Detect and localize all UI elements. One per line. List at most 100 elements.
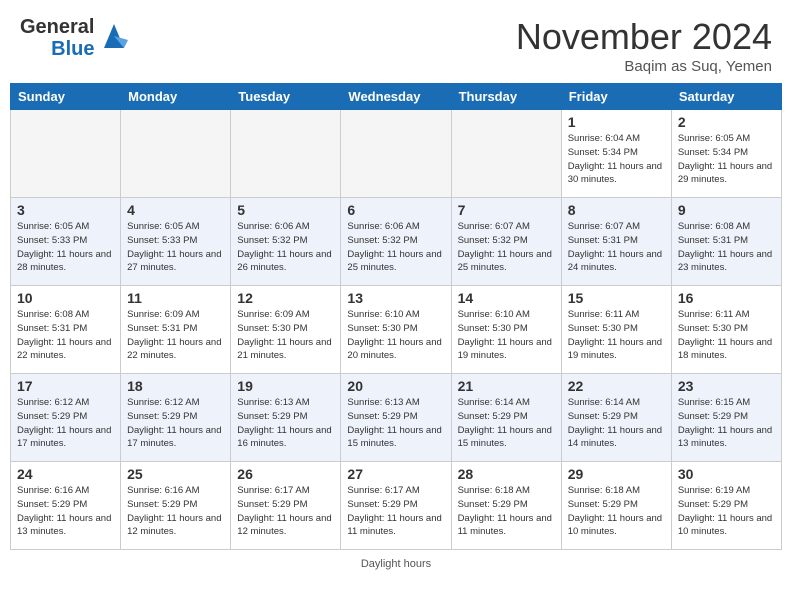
cell-info: Sunrise: 6:08 AM Sunset: 5:31 PM Dayligh…	[678, 220, 775, 275]
day-number: 29	[568, 466, 665, 482]
logo-icon	[100, 20, 128, 52]
day-number: 2	[678, 114, 775, 130]
day-number: 11	[127, 290, 224, 306]
calendar-table: Sunday Monday Tuesday Wednesday Thursday…	[10, 83, 782, 550]
day-number: 20	[347, 378, 444, 394]
day-number: 12	[237, 290, 334, 306]
table-row: 7Sunrise: 6:07 AM Sunset: 5:32 PM Daylig…	[451, 198, 561, 286]
table-row: 21 Sunrise: 6:14 AM Sunset: 5:29 PM Dayli…	[451, 374, 561, 462]
cell-info: Sunrise: 6:05 AM Sunset: 5:33 PM Dayligh…	[17, 220, 114, 275]
day-number: 27	[347, 466, 444, 482]
day-number: 22	[568, 378, 665, 394]
day-number: 6	[347, 202, 444, 218]
table-row: 14 Sunrise: 6:10 AM Sunset: 5:30 PM Dayli…	[451, 286, 561, 374]
cell-info: Sunrise: 6:07 AM Sunset: 5:32 PM Dayligh…	[458, 220, 555, 275]
day-number: 10	[17, 290, 114, 306]
cell-info: Sunrise: 6:16 AM Sunset: 5:29 PM Dayligh…	[17, 484, 114, 539]
table-row: 26Sunrise: 6:17 AM Sunset: 5:29 PM Dayli…	[231, 462, 341, 550]
table-row: 29 Sunrise: 6:18 AM Sunset: 5:29 PM Dayli…	[561, 462, 671, 550]
cell-info: Sunrise: 6:14 AM Sunset: 5:29 PM Dayligh…	[568, 396, 665, 451]
logo-general: General	[20, 16, 94, 38]
day-number: 23	[678, 378, 775, 394]
day-number: 24	[17, 466, 114, 482]
table-row	[231, 110, 341, 198]
cell-info: Sunrise: 6:17 AM Sunset: 5:29 PM Dayligh…	[347, 484, 444, 539]
month-title: November 2024	[516, 16, 772, 58]
header-saturday: Saturday	[671, 84, 781, 110]
day-number: 9	[678, 202, 775, 218]
day-number: 21	[458, 378, 555, 394]
table-row: 16 Sunrise: 6:11 AM Sunset: 5:30 PM Dayli…	[671, 286, 781, 374]
cell-info: Sunrise: 6:12 AM Sunset: 5:29 PM Dayligh…	[17, 396, 114, 451]
table-row: 11 Sunrise: 6:09 AM Sunset: 5:31 PM Dayli…	[121, 286, 231, 374]
location: Baqim as Suq, Yemen	[516, 58, 772, 75]
cell-info: Sunrise: 6:08 AM Sunset: 5:31 PM Dayligh…	[17, 308, 114, 363]
table-row: 28 Sunrise: 6:18 AM Sunset: 5:29 PM Dayli…	[451, 462, 561, 550]
table-row: 23Sunrise: 6:15 AM Sunset: 5:29 PM Dayli…	[671, 374, 781, 462]
table-row: 24 Sunrise: 6:16 AM Sunset: 5:29 PM Dayli…	[11, 462, 121, 550]
cell-info: Sunrise: 6:10 AM Sunset: 5:30 PM Dayligh…	[458, 308, 555, 363]
table-row: 25Sunrise: 6:16 AM Sunset: 5:29 PM Dayli…	[121, 462, 231, 550]
footer: Daylight hours	[0, 550, 792, 578]
day-number: 17	[17, 378, 114, 394]
cell-info: Sunrise: 6:11 AM Sunset: 5:30 PM Dayligh…	[678, 308, 775, 363]
cell-info: Sunrise: 6:12 AM Sunset: 5:29 PM Dayligh…	[127, 396, 224, 451]
cell-info: Sunrise: 6:11 AM Sunset: 5:30 PM Dayligh…	[568, 308, 665, 363]
title-section: November 2024 Baqim as Suq, Yemen	[516, 16, 772, 75]
header-thursday: Thursday	[451, 84, 561, 110]
day-number: 13	[347, 290, 444, 306]
table-row	[121, 110, 231, 198]
table-row: 18Sunrise: 6:12 AM Sunset: 5:29 PM Dayli…	[121, 374, 231, 462]
table-row: 22 Sunrise: 6:14 AM Sunset: 5:29 PM Dayli…	[561, 374, 671, 462]
calendar-week-row: 10 Sunrise: 6:08 AM Sunset: 5:31 PM Dayli…	[11, 286, 782, 374]
cell-info: Sunrise: 6:04 AM Sunset: 5:34 PM Dayligh…	[568, 132, 665, 187]
day-number: 16	[678, 290, 775, 306]
logo: General Blue	[20, 16, 128, 60]
header-wednesday: Wednesday	[341, 84, 451, 110]
cell-info: Sunrise: 6:18 AM Sunset: 5:29 PM Dayligh…	[568, 484, 665, 539]
calendar-week-row: 3Sunrise: 6:05 AM Sunset: 5:33 PM Daylig…	[11, 198, 782, 286]
cell-info: Sunrise: 6:07 AM Sunset: 5:31 PM Dayligh…	[568, 220, 665, 275]
header-monday: Monday	[121, 84, 231, 110]
table-row: 9 Sunrise: 6:08 AM Sunset: 5:31 PM Daylig…	[671, 198, 781, 286]
day-number: 8	[568, 202, 665, 218]
cell-info: Sunrise: 6:13 AM Sunset: 5:29 PM Dayligh…	[237, 396, 334, 451]
day-number: 5	[237, 202, 334, 218]
table-row: 1Sunrise: 6:04 AM Sunset: 5:34 PM Daylig…	[561, 110, 671, 198]
calendar-week-row: 17 Sunrise: 6:12 AM Sunset: 5:29 PM Dayli…	[11, 374, 782, 462]
footer-text: Daylight hours	[361, 558, 431, 570]
day-number: 4	[127, 202, 224, 218]
table-row	[451, 110, 561, 198]
cell-info: Sunrise: 6:14 AM Sunset: 5:29 PM Dayligh…	[458, 396, 555, 451]
table-row: 10 Sunrise: 6:08 AM Sunset: 5:31 PM Dayli…	[11, 286, 121, 374]
cell-info: Sunrise: 6:18 AM Sunset: 5:29 PM Dayligh…	[458, 484, 555, 539]
table-row	[11, 110, 121, 198]
table-row: 6Sunrise: 6:06 AM Sunset: 5:32 PM Daylig…	[341, 198, 451, 286]
cell-info: Sunrise: 6:06 AM Sunset: 5:32 PM Dayligh…	[237, 220, 334, 275]
table-row: 2 Sunrise: 6:05 AM Sunset: 5:34 PM Daylig…	[671, 110, 781, 198]
day-number: 25	[127, 466, 224, 482]
table-row: 15 Sunrise: 6:11 AM Sunset: 5:30 PM Dayli…	[561, 286, 671, 374]
table-row: 20Sunrise: 6:13 AM Sunset: 5:29 PM Dayli…	[341, 374, 451, 462]
day-number: 15	[568, 290, 665, 306]
table-row: 3Sunrise: 6:05 AM Sunset: 5:33 PM Daylig…	[11, 198, 121, 286]
header-friday: Friday	[561, 84, 671, 110]
page-header: General Blue November 2024 Baqim as Suq,…	[0, 0, 792, 83]
day-number: 28	[458, 466, 555, 482]
cell-info: Sunrise: 6:05 AM Sunset: 5:34 PM Dayligh…	[678, 132, 775, 187]
day-number: 14	[458, 290, 555, 306]
table-row: 19Sunrise: 6:13 AM Sunset: 5:29 PM Dayli…	[231, 374, 341, 462]
calendar-week-row: 1Sunrise: 6:04 AM Sunset: 5:34 PM Daylig…	[11, 110, 782, 198]
table-row: 8 Sunrise: 6:07 AM Sunset: 5:31 PM Daylig…	[561, 198, 671, 286]
table-row: 17 Sunrise: 6:12 AM Sunset: 5:29 PM Dayli…	[11, 374, 121, 462]
table-row: 30Sunrise: 6:19 AM Sunset: 5:29 PM Dayli…	[671, 462, 781, 550]
cell-info: Sunrise: 6:09 AM Sunset: 5:31 PM Dayligh…	[127, 308, 224, 363]
calendar-week-row: 24 Sunrise: 6:16 AM Sunset: 5:29 PM Dayli…	[11, 462, 782, 550]
header-tuesday: Tuesday	[231, 84, 341, 110]
header-sunday: Sunday	[11, 84, 121, 110]
day-number: 26	[237, 466, 334, 482]
cell-info: Sunrise: 6:09 AM Sunset: 5:30 PM Dayligh…	[237, 308, 334, 363]
day-number: 30	[678, 466, 775, 482]
table-row: 13Sunrise: 6:10 AM Sunset: 5:30 PM Dayli…	[341, 286, 451, 374]
table-row	[341, 110, 451, 198]
